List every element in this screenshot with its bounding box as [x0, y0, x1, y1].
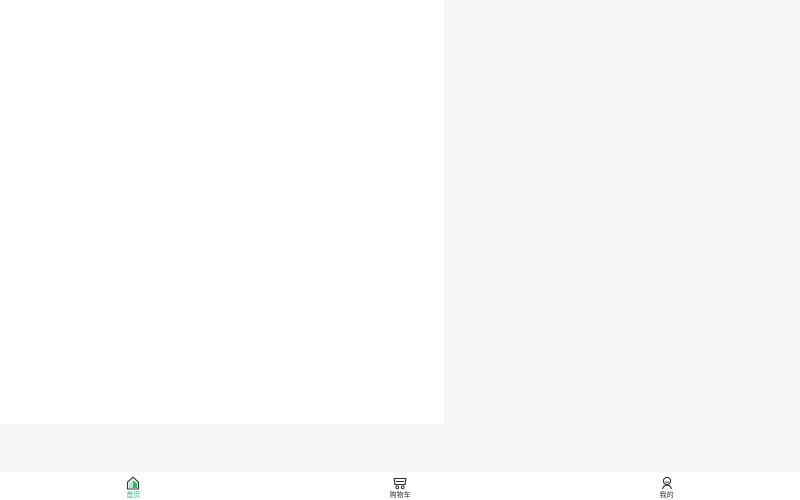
tab-cart[interactable]: 购物车 — [267, 472, 534, 500]
tab-profile[interactable]: 我的 — [533, 472, 800, 500]
tab-cart-label: 购物车 — [389, 491, 411, 499]
app-root: 首页 购物车 我的 — [0, 0, 800, 500]
content-panel — [0, 0, 444, 424]
side-area — [444, 0, 800, 472]
cart-icon — [393, 476, 407, 490]
content-footer-gap — [0, 424, 444, 472]
tab-home[interactable]: 首页 — [0, 472, 267, 500]
tab-profile-label: 我的 — [659, 491, 674, 499]
bottom-tab-bar: 首页 购物车 我的 — [0, 472, 800, 500]
home-icon — [126, 476, 140, 490]
tab-home-label: 首页 — [126, 491, 141, 499]
user-icon — [660, 476, 674, 490]
